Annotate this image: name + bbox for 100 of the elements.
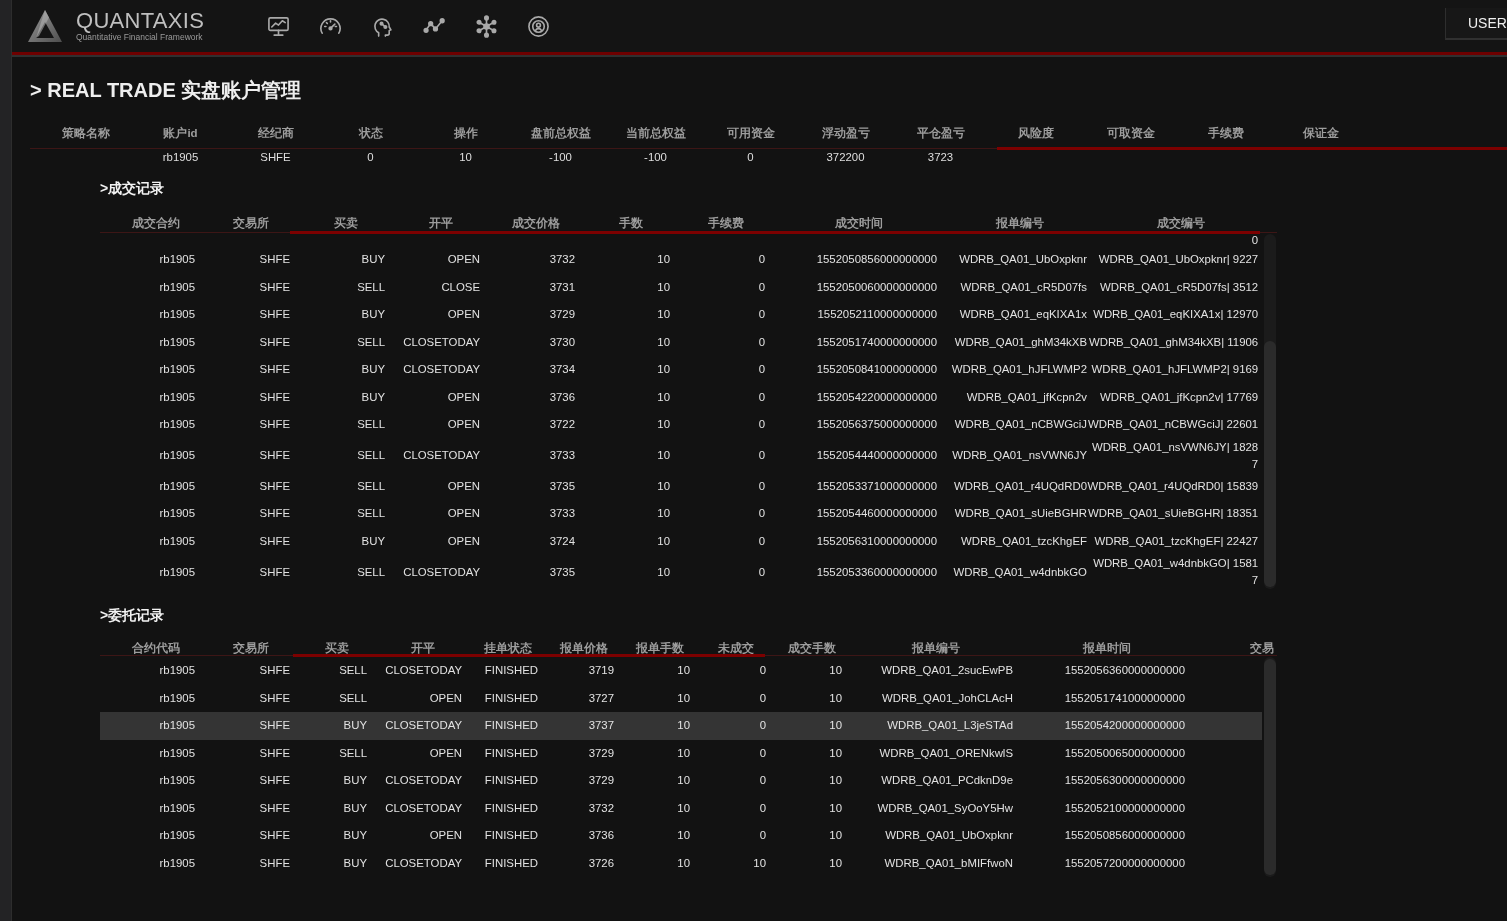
- table-cell-text: SHFE: [258, 663, 290, 679]
- table-cell-text: FINISHED: [483, 773, 538, 789]
- triangle-logo-icon: [27, 9, 63, 43]
- table-cell-text: BUY: [342, 718, 367, 734]
- column-header: 账户id: [162, 126, 199, 140]
- table-cell-text: rb1905: [158, 718, 195, 734]
- column-header: 盘前总权益: [529, 126, 592, 140]
- column-header: 操作: [452, 126, 479, 140]
- table-cell-text: 10: [656, 252, 670, 268]
- table-cell-text: 0: [757, 564, 765, 580]
- table-cell-text: 0: [366, 150, 375, 164]
- table-cell-text: 3727: [587, 690, 614, 706]
- table-cell-text: SHFE: [258, 533, 290, 549]
- table-cell-text: 1552050841000000000: [815, 362, 937, 378]
- table-cell-text: WDRB_QA01_cR5D07fs| 3512: [1099, 279, 1259, 295]
- table-cell-text: WDRB_QA01_UbOxpknr| 9227: [1097, 252, 1259, 268]
- column-header: 状态: [357, 126, 384, 140]
- table-cell-text: SHFE: [258, 362, 290, 378]
- table-cell-text: 3719: [587, 663, 614, 679]
- table-cell-text: WDRB_QA01_hJFLWMP2| 9169: [1090, 362, 1259, 378]
- table-cell-text: OPEN: [446, 417, 480, 433]
- table-cell-text: SELL: [338, 690, 367, 706]
- table-cell-text: WDRB_QA01_L3jeSTAd: [886, 718, 1013, 734]
- table-cell-text: 1552050065000000000: [1063, 745, 1185, 761]
- table-cell-text: 0: [758, 800, 766, 816]
- table-cell-text: FINISHED: [483, 663, 538, 679]
- table-cell-text: 10: [676, 828, 690, 844]
- table-cell-text: SHFE: [258, 828, 290, 844]
- table-cell-text: 10: [828, 663, 842, 679]
- table-cell-text: SHFE: [258, 773, 290, 789]
- table-cell-text: 1552051741000000000: [1063, 690, 1185, 706]
- table-cell-text: SHFE: [258, 718, 290, 734]
- table-cell-text: SHFE: [258, 745, 290, 761]
- monitor-chart-icon[interactable]: [267, 14, 291, 38]
- table-cell-text: WDRB_QA01_eqKIXA1x: [958, 307, 1087, 323]
- table-cell-text: rb1905: [158, 506, 195, 522]
- table-cell-text: WDRB_QA01_JohCLAcH: [880, 690, 1013, 706]
- table-cell-text: rb1905: [158, 690, 195, 706]
- table-cell-text: 1552051740000000000: [815, 334, 937, 350]
- table-cell-text: 10: [656, 334, 670, 350]
- table-cell-text: WDRB_QA01_w4dnbkGO| 15817: [1092, 556, 1259, 588]
- table-row[interactable]: rb1905 SHFE SELL CLOSETODAY FINISHED 3719 10 0 10 WDRB_QA01_2sucEwPB 1552056360000000000: [100, 657, 1262, 685]
- user-button[interactable]: USER: [1445, 8, 1507, 40]
- table-cell-text: OPEN: [446, 389, 480, 405]
- table-cell-text: rb1905: [158, 533, 195, 549]
- table-cell-text: FINISHED: [483, 800, 538, 816]
- column-header: 报单编号: [910, 642, 961, 655]
- table-row[interactable]: rb1905 SHFE BUY CLOSETODAY FINISHED 3726 10 10 10 WDRB_QA01_bMIFfwoN 1552057200000000000: [100, 849, 1262, 877]
- table-cell-text: SHFE: [258, 855, 290, 871]
- table-cell-text: 0: [758, 718, 766, 734]
- table-cell-text: 0: [757, 417, 765, 433]
- table-cell-text: WDRB_QA01_eqKIXA1x| 12970: [1092, 307, 1259, 323]
- table-row[interactable]: rb1905 SHFE SELL OPEN FINISHED 3729 10 0 10 WDRB_QA01_ORENkwlS 1552050065000000000: [100, 739, 1262, 767]
- scrollbar-thumb[interactable]: [1264, 341, 1276, 587]
- table-cell-text: 3731: [548, 279, 575, 295]
- table-cell-text: OPEN: [428, 828, 462, 844]
- table-row[interactable]: rb1905 SHFE BUY CLOSETODAY FINISHED 3729 10 0 10 WDRB_QA01_PCdknD9e 1552056300000000000: [100, 767, 1262, 795]
- logo-subtitle: Quantitative Financial Framework: [76, 32, 204, 43]
- table-cell-text: 10: [828, 828, 842, 844]
- table-cell-text: 10: [656, 478, 670, 494]
- table-cell-text: rb1905: [158, 855, 195, 871]
- table-cell-text: SELL: [338, 745, 367, 761]
- column-header: 报单编号: [995, 217, 1045, 230]
- column-header: 当前总权益: [624, 126, 687, 140]
- table-cell-text: 0: [758, 773, 766, 789]
- table-cell-text: SELL: [356, 334, 385, 350]
- table-cell-text: WDRB_QA01_r4UQdRD0| 15839: [1087, 478, 1259, 494]
- table-cell-text: 3734: [548, 362, 575, 378]
- table-cell-text: 10: [458, 150, 473, 164]
- table-row[interactable]: rb1905 SHFE BUY OPEN FINISHED 3736 10 0 10 WDRB_QA01_UbOxpknr 1552050856000000000: [100, 822, 1262, 850]
- column-header: 买卖: [332, 217, 359, 230]
- table-cell-text: 1552054200000000000: [1063, 718, 1185, 734]
- table-cell-text: 0: [757, 389, 765, 405]
- table-cell-text: SELL: [356, 417, 385, 433]
- table-cell-text: 3729: [587, 773, 614, 789]
- table-cell-text: rb1905: [158, 362, 195, 378]
- table-cell-text: SELL: [356, 478, 385, 494]
- table-cell-text: 10: [676, 718, 690, 734]
- table-cell-text: BUY: [342, 855, 367, 871]
- table-cell-text: rb1905: [158, 564, 195, 580]
- table-row[interactable]: rb1905 SHFE BUY CLOSETODAY FINISHED 3737 10 0 10 WDRB_QA01_L3jeSTAd 1552054200000000000: [100, 712, 1262, 740]
- user-icon[interactable]: [527, 14, 551, 38]
- table-cell-text: 10: [828, 773, 842, 789]
- table-cell-text: 1552050060000000000: [815, 279, 937, 295]
- table-cell-text: 10: [676, 855, 690, 871]
- table-cell-text: SHFE: [258, 307, 290, 323]
- table-cell-text: SHFE: [258, 279, 290, 295]
- table-cell-text: SHFE: [258, 417, 290, 433]
- table-cell-text: WDRB_QA01_hJFLWMP2: [950, 362, 1087, 378]
- table-cell-text: 0: [746, 150, 755, 164]
- table-cell-text: BUY: [360, 533, 385, 549]
- table-cell-text: 3736: [548, 389, 575, 405]
- network-icon[interactable]: [475, 14, 499, 38]
- table-cell-text: 1552050856000000000: [815, 252, 937, 268]
- table-row[interactable]: rb1905 SHFE BUY CLOSETODAY FINISHED 3732 10 0 10 WDRB_QA01_SyOoY5Hw 1552052100000000000: [100, 794, 1262, 822]
- table-row[interactable]: rb1905 SHFE SELL OPEN FINISHED 3727 10 0 10 WDRB_QA01_JohCLAcH 1552051741000000000: [100, 684, 1262, 712]
- table-cell-text: CLOSE: [440, 279, 480, 295]
- table-cell-text: BUY: [342, 828, 367, 844]
- table-cell-text: SHFE: [258, 478, 290, 494]
- table-cell-text: SHFE: [258, 252, 290, 268]
